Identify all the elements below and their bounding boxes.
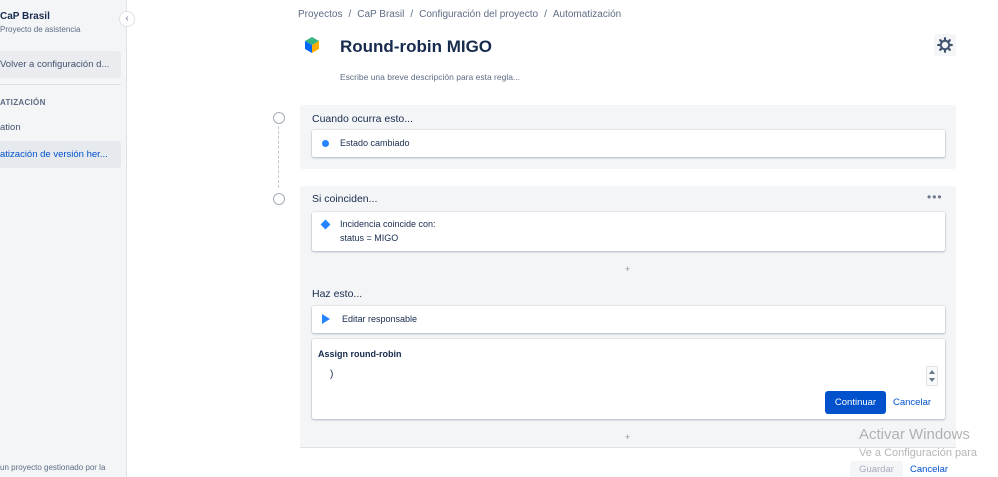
gear-icon bbox=[937, 37, 953, 53]
sidebar: CaP Brasil Proyecto de asistencia Volver… bbox=[0, 0, 127, 477]
activation-watermark-subtitle: Ve a Configuración para bbox=[859, 447, 978, 459]
rule-icon bbox=[303, 36, 321, 54]
save-button[interactable]: Guardar bbox=[850, 461, 903, 477]
more-options-icon[interactable]: ••• bbox=[927, 190, 943, 204]
trigger-heading: Cuando ocurra esto... bbox=[312, 113, 413, 125]
sidebar-item-automation[interactable]: ation bbox=[0, 122, 21, 133]
round-robin-field[interactable]: ) bbox=[330, 369, 333, 380]
breadcrumb-separator: / bbox=[348, 9, 352, 20]
project-name: CaP Brasil bbox=[0, 11, 50, 22]
trigger-panel: Cuando ocurra esto... Estado cambiado bbox=[300, 105, 956, 169]
timeline-connector bbox=[278, 126, 279, 188]
activation-watermark-title: Activar Windows bbox=[859, 426, 970, 443]
add-component-button-bottom[interactable]: + bbox=[625, 432, 630, 442]
condition-card[interactable]: Incidencia coincide con: status = MIGO bbox=[312, 212, 945, 251]
trigger-dot-icon bbox=[322, 140, 329, 147]
breadcrumb-item-projects[interactable]: Proyectos bbox=[298, 9, 342, 20]
sidebar-divider bbox=[0, 84, 121, 85]
action-edit-form: Assign round-robin ) Continuar Cancelar bbox=[312, 339, 945, 419]
form-cancel-button[interactable]: Cancelar bbox=[893, 397, 931, 408]
timeline-node-trigger bbox=[273, 112, 285, 124]
timeline-node-condition bbox=[273, 193, 285, 205]
continue-button[interactable]: Continuar bbox=[825, 391, 886, 414]
stepper-up-icon[interactable] bbox=[929, 370, 935, 374]
action-play-icon bbox=[322, 314, 330, 324]
condition-heading: Si coinciden... bbox=[312, 193, 378, 205]
condition-text-line2: status = MIGO bbox=[340, 233, 399, 243]
condition-diamond-icon bbox=[320, 219, 331, 230]
breadcrumb-item-settings[interactable]: Configuración del proyecto bbox=[419, 9, 538, 20]
add-component-button[interactable]: + bbox=[625, 264, 630, 274]
sidebar-section-heading: ATIZACIÓN bbox=[0, 98, 46, 107]
breadcrumb-separator: / bbox=[544, 9, 547, 20]
form-title: Assign round-robin bbox=[318, 349, 402, 359]
rule-settings-button[interactable] bbox=[934, 34, 956, 56]
stepper-down-icon[interactable] bbox=[929, 378, 935, 382]
breadcrumb-separator: / bbox=[410, 9, 414, 20]
field-stepper[interactable] bbox=[926, 366, 938, 386]
action-heading: Haz esto... bbox=[312, 288, 363, 300]
sidebar-item-version-automation[interactable]: atización de versión her... bbox=[0, 141, 121, 168]
action-card[interactable]: Editar responsable bbox=[312, 306, 945, 333]
bottom-divider bbox=[300, 447, 956, 448]
breadcrumb-item-project[interactable]: CaP Brasil bbox=[357, 9, 404, 20]
back-to-settings-link[interactable]: Volver a configuración d... bbox=[0, 51, 121, 78]
trigger-label: Estado cambiado bbox=[340, 138, 410, 148]
breadcrumb: Proyectos / CaP Brasil / Configuración del p… bbox=[298, 9, 621, 20]
condition-action-panel: Si coinciden... ••• Incidencia coincide … bbox=[300, 186, 956, 448]
rule-description-input[interactable]: Escribe una breve descripción para esta … bbox=[340, 72, 520, 82]
action-label: Editar responsable bbox=[342, 314, 418, 324]
trigger-card[interactable]: Estado cambiado bbox=[312, 130, 945, 157]
cancel-button[interactable]: Cancelar bbox=[910, 464, 948, 475]
breadcrumb-item-automation[interactable]: Automatización bbox=[553, 9, 621, 20]
sidebar-footer-note: un proyecto gestionado por la bbox=[0, 463, 106, 472]
project-type: Proyecto de asistencia bbox=[0, 25, 81, 34]
condition-text-line1: Incidencia coincide con: bbox=[340, 219, 436, 229]
rule-title[interactable]: Round-robin MIGO bbox=[340, 37, 492, 57]
collapse-sidebar-button[interactable]: ‹ bbox=[119, 11, 135, 27]
